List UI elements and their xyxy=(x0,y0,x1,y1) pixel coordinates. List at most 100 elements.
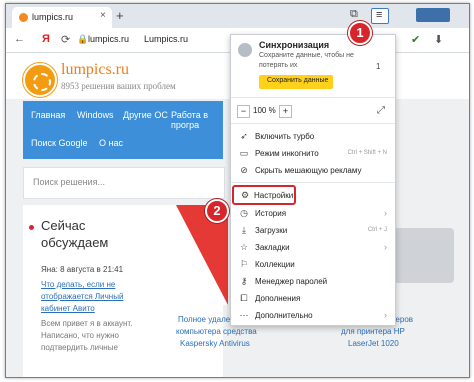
block-icon: ⊘ xyxy=(240,165,248,175)
menu-item-settings[interactable]: ⚙ Настройки xyxy=(232,185,296,205)
browser-window: lumpics.ru × + ⧉ ≡ ← Я ⟳ 🔒 lumpics.ru Lu… xyxy=(5,3,470,378)
menu-item-extensions[interactable]: ⧠ Дополнения xyxy=(231,290,395,307)
separator xyxy=(231,97,395,98)
printer-image[interactable] xyxy=(394,228,454,283)
sync-desc-1: Сохраните данные, чтобы не xyxy=(259,52,354,59)
clock-icon: ◷ xyxy=(240,208,248,218)
comment-link-3[interactable]: кабинет Авито xyxy=(41,304,95,313)
nav-google[interactable]: Поиск Google xyxy=(31,138,87,148)
zoom-out-button[interactable]: − xyxy=(237,105,250,118)
menu-item-passwords[interactable]: ⚷ Менеджер паролей xyxy=(231,273,395,290)
menu-label: Настройки xyxy=(254,191,294,200)
article-left-line-2[interactable]: компьютера средства xyxy=(176,327,257,336)
menu-label: Загрузки xyxy=(255,226,288,235)
puzzle-icon: ⧠ xyxy=(240,293,248,303)
comment-link-1[interactable]: Что делать, если не xyxy=(41,280,115,289)
menu-label: Включить турбо xyxy=(255,132,315,141)
live-dot-icon xyxy=(29,225,34,230)
step-badge-1: 1 xyxy=(348,21,372,45)
site-logo[interactable] xyxy=(23,63,57,97)
site-title[interactable]: lumpics.ru xyxy=(61,61,129,79)
sync-title: Синхронизация xyxy=(259,40,330,50)
yandex-icon[interactable]: Я xyxy=(42,33,50,45)
lock-icon: 🔒 xyxy=(77,34,89,44)
menu-label: Дополнения xyxy=(255,294,301,303)
menu-label: Дополнительно xyxy=(255,311,313,320)
menu-label: Режим инкогнито xyxy=(255,149,319,158)
site-nav: Главная Windows Другие ОС Работа в прогр… xyxy=(23,101,223,159)
article-right-line-3[interactable]: LaserJet 1020 xyxy=(348,339,399,348)
live-title-2: обсуждаем xyxy=(41,235,109,250)
menu-item-more[interactable]: ⋯ Дополнительно › xyxy=(231,307,395,324)
sync-desc-2: потерять их xyxy=(259,62,298,69)
menu-item-incognito[interactable]: ▭ Режим инкогнито Ctrl + Shift + N xyxy=(231,145,395,162)
zoom-in-button[interactable]: + xyxy=(279,105,292,118)
menu-button[interactable]: ≡ xyxy=(371,8,389,24)
hamburger-icon: ≡ xyxy=(376,9,383,21)
zoom-value: 100 % xyxy=(253,106,276,115)
article-left-line-3[interactable]: Kaspersky Antivirus xyxy=(180,339,250,348)
menu-label: Закладки xyxy=(255,243,290,252)
site-subtitle: 8953 решения ваших проблем xyxy=(61,81,176,91)
fullscreen-icon[interactable]: ⤢ xyxy=(377,105,385,116)
nav-programs[interactable]: Работа в програ xyxy=(171,110,223,130)
live-title-1: Сейчас xyxy=(41,218,86,233)
incognito-icon: ▭ xyxy=(239,148,249,158)
separator xyxy=(231,123,395,124)
key-icon: ⚷ xyxy=(240,276,248,286)
menu-item-history[interactable]: ◷ История › xyxy=(231,205,395,222)
comment-text-2: Написано, что нужно xyxy=(41,331,119,340)
rocket-icon: ➶ xyxy=(240,131,248,141)
url-host[interactable]: lumpics.ru xyxy=(88,34,129,44)
step-badge-2: 2 xyxy=(205,199,229,223)
menu-item-bookmarks[interactable]: ☆ Закладки › xyxy=(231,239,395,256)
menu-item-hide-ads[interactable]: ⊘ Скрыть мешающую рекламу xyxy=(231,162,395,179)
gear-icon: ⚙ xyxy=(240,190,250,200)
menu-label: Скрыть мешающую рекламу xyxy=(255,166,362,175)
chevron-right-icon: › xyxy=(384,242,387,252)
save-data-label: Сохранить данные xyxy=(267,77,329,84)
site-favicon xyxy=(19,13,28,22)
menu-shortcut: Ctrl + J xyxy=(367,227,387,233)
tab-title: lumpics.ru xyxy=(32,12,74,22)
nav-other-os[interactable]: Другие ОС xyxy=(123,110,168,120)
new-tab-button[interactable]: + xyxy=(116,8,124,23)
more-icon: ⋯ xyxy=(239,310,249,320)
window-controls[interactable] xyxy=(416,8,450,22)
chevron-right-icon: › xyxy=(384,310,387,320)
nav-about[interactable]: О нас xyxy=(99,138,123,148)
save-data-button[interactable]: Сохранить данные xyxy=(259,75,333,89)
site-search[interactable]: Поиск решения... xyxy=(23,167,225,199)
menu-label: Менеджер паролей xyxy=(255,277,328,286)
title-bar: lumpics.ru × + ⧉ ≡ xyxy=(6,4,469,28)
tab-lumpics[interactable]: lumpics.ru × xyxy=(12,7,112,28)
download-icon: ⤓ xyxy=(242,225,246,235)
menu-label: История xyxy=(255,209,287,218)
separator xyxy=(231,182,395,183)
sync-count: 1 xyxy=(376,62,381,71)
url-page-title[interactable]: Lumpics.ru xyxy=(144,34,188,44)
menu-item-downloads[interactable]: ⤓ Загрузки Ctrl + J xyxy=(231,222,395,239)
comment-meta: Яна: 8 августа в 21:41 xyxy=(41,265,124,274)
nav-windows[interactable]: Windows xyxy=(77,110,114,120)
bookmarks-icon[interactable]: ⧉ xyxy=(350,8,358,21)
article-right-line-2[interactable]: для принтера HP xyxy=(341,327,405,336)
nav-home[interactable]: Главная xyxy=(31,110,65,120)
protect-icon[interactable]: ✔ xyxy=(411,33,420,46)
comment-text-1: Всем привет я в аккаунт. xyxy=(41,319,133,328)
browser-main-menu: Синхронизация Сохраните данные, чтобы не… xyxy=(230,34,396,326)
download-icon[interactable]: ⬇ xyxy=(434,33,443,46)
menu-item-collections[interactable]: ⚐ Коллекции xyxy=(231,256,395,273)
back-icon[interactable]: ← xyxy=(14,33,25,45)
search-placeholder: Поиск решения... xyxy=(33,177,106,187)
user-avatar[interactable] xyxy=(238,43,252,57)
menu-item-turbo[interactable]: ➶ Включить турбо xyxy=(231,128,395,145)
tab-close-icon[interactable]: × xyxy=(100,10,106,21)
comment-link-2[interactable]: отображается Личный xyxy=(41,292,123,301)
menu-shortcut: Ctrl + Shift + N xyxy=(347,150,387,156)
star-icon: ☆ xyxy=(239,242,249,252)
menu-label: Коллекции xyxy=(255,260,295,269)
refresh-icon[interactable]: ⟳ xyxy=(61,33,70,46)
collections-icon: ⚐ xyxy=(239,259,249,269)
comment-text-3: подтвердить личные xyxy=(41,343,118,352)
